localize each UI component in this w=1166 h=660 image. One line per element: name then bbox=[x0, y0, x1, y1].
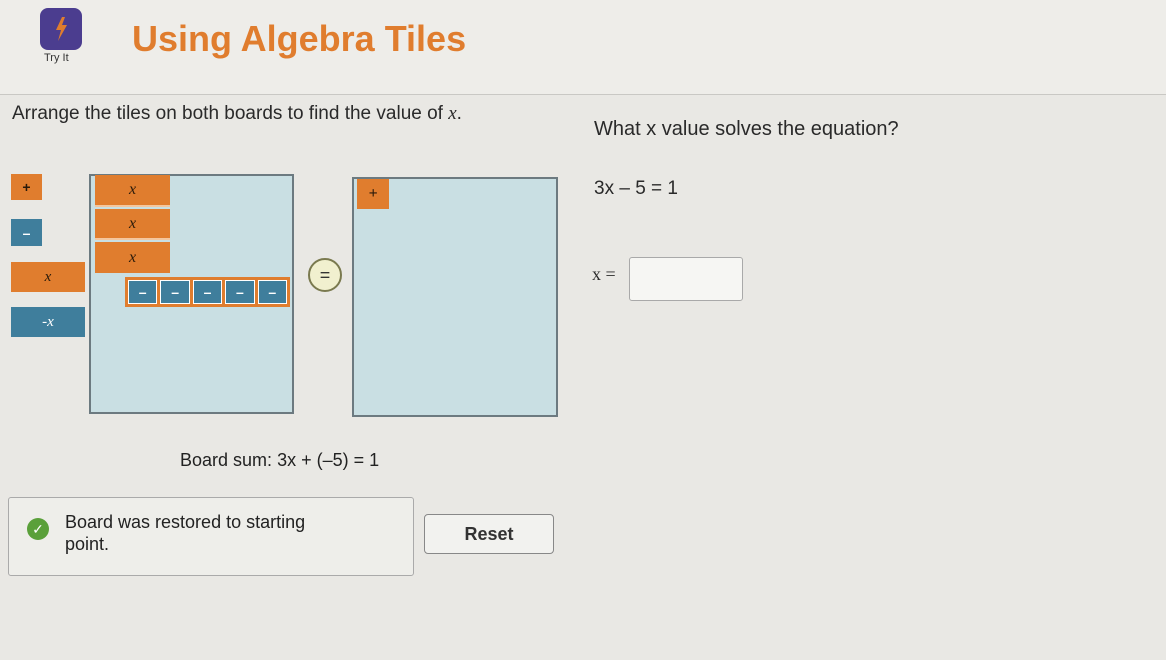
header: Try It Using Algebra Tiles bbox=[0, 0, 1166, 95]
answer-input[interactable] bbox=[629, 257, 743, 301]
positive-unit-tile[interactable]: + bbox=[357, 179, 389, 209]
feedback-box: ✓ Board was restored to starting point. bbox=[8, 497, 414, 576]
x-tile[interactable]: x bbox=[95, 175, 170, 207]
lightning-bolt-icon bbox=[40, 8, 82, 50]
instruction-suffix: . bbox=[456, 103, 462, 124]
board-sum-expression: 3x + (–5) = 1 bbox=[277, 450, 380, 470]
negative-unit-group: – – – – – bbox=[125, 277, 290, 307]
instruction-variable: x bbox=[448, 103, 457, 124]
reset-button[interactable]: Reset bbox=[424, 514, 554, 554]
negative-unit-tile[interactable]: – bbox=[225, 280, 255, 304]
x-tile[interactable]: x bbox=[95, 242, 170, 273]
negative-unit-tile[interactable]: – bbox=[192, 280, 223, 304]
negative-unit-tile[interactable]: – bbox=[160, 280, 190, 304]
x-tile[interactable]: x bbox=[95, 209, 170, 240]
palette-negative-unit-tile[interactable]: – bbox=[11, 219, 42, 246]
check-circle-icon: ✓ bbox=[27, 518, 49, 540]
instruction-text: Arrange the tiles on both boards to find… bbox=[12, 103, 462, 125]
equals-icon: = bbox=[308, 258, 342, 292]
page-title: Using Algebra Tiles bbox=[132, 18, 467, 59]
palette-positive-unit-tile[interactable]: + bbox=[11, 174, 42, 200]
equation: 3x – 5 = 1 bbox=[594, 178, 678, 199]
palette-negative-x-tile[interactable]: -x bbox=[11, 307, 85, 337]
palette-positive-x-tile[interactable]: x bbox=[11, 262, 85, 292]
instruction-prefix: Arrange the tiles on both boards to find… bbox=[12, 103, 449, 124]
board-sum: Board sum: 3x + (–5) = 1 bbox=[180, 450, 379, 471]
tryit-label: Try It bbox=[44, 52, 69, 64]
right-board[interactable] bbox=[352, 177, 558, 417]
feedback-message: Board was restored to starting point. bbox=[65, 512, 306, 554]
negative-unit-tile[interactable]: – bbox=[257, 280, 288, 304]
board-sum-label: Board sum: bbox=[180, 450, 273, 470]
question-text: What x value solves the equation? bbox=[594, 118, 899, 140]
answer-label: x = bbox=[592, 264, 616, 284]
negative-unit-tile[interactable]: – bbox=[128, 280, 158, 304]
